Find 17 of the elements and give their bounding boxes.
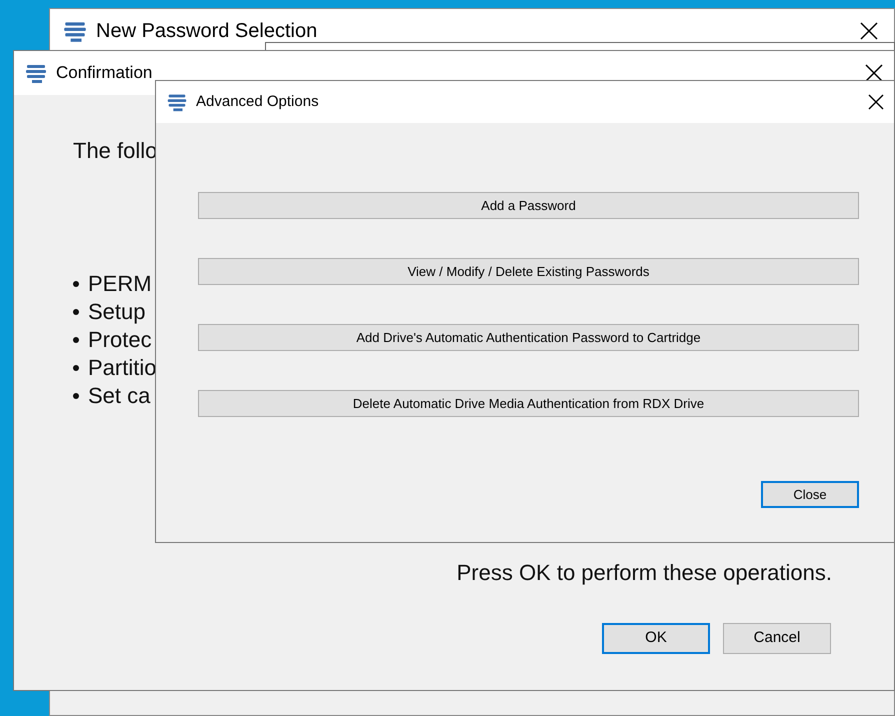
- window-title: Advanced Options: [196, 92, 319, 112]
- list-item-text: Protec: [88, 326, 152, 354]
- option-button[interactable]: Add Drive's Automatic Authentication Password to Cartridge: [198, 324, 859, 351]
- dialog-button[interactable]: Cancel: [723, 623, 831, 654]
- option-button[interactable]: Add a Password: [198, 192, 859, 219]
- prompt-text: Press OK to perform these operations.: [456, 559, 832, 587]
- window-title: New Password Selection: [96, 19, 318, 44]
- list-item-text: Setup: [88, 298, 146, 326]
- list-item-text: Set ca: [88, 382, 150, 410]
- dialog-button[interactable]: OK: [602, 623, 710, 654]
- dialog-button[interactable]: Close: [761, 481, 859, 508]
- list-item-text: Partitio: [88, 354, 156, 382]
- intro-text: The follo: [73, 137, 158, 165]
- list-item-text: PERM: [88, 270, 152, 298]
- option-button[interactable]: Delete Automatic Drive Media Authentication from RDX Drive: [198, 390, 859, 417]
- option-button[interactable]: View / Modify / Delete Existing Passwords: [198, 258, 859, 285]
- window-title: Confirmation: [56, 62, 152, 84]
